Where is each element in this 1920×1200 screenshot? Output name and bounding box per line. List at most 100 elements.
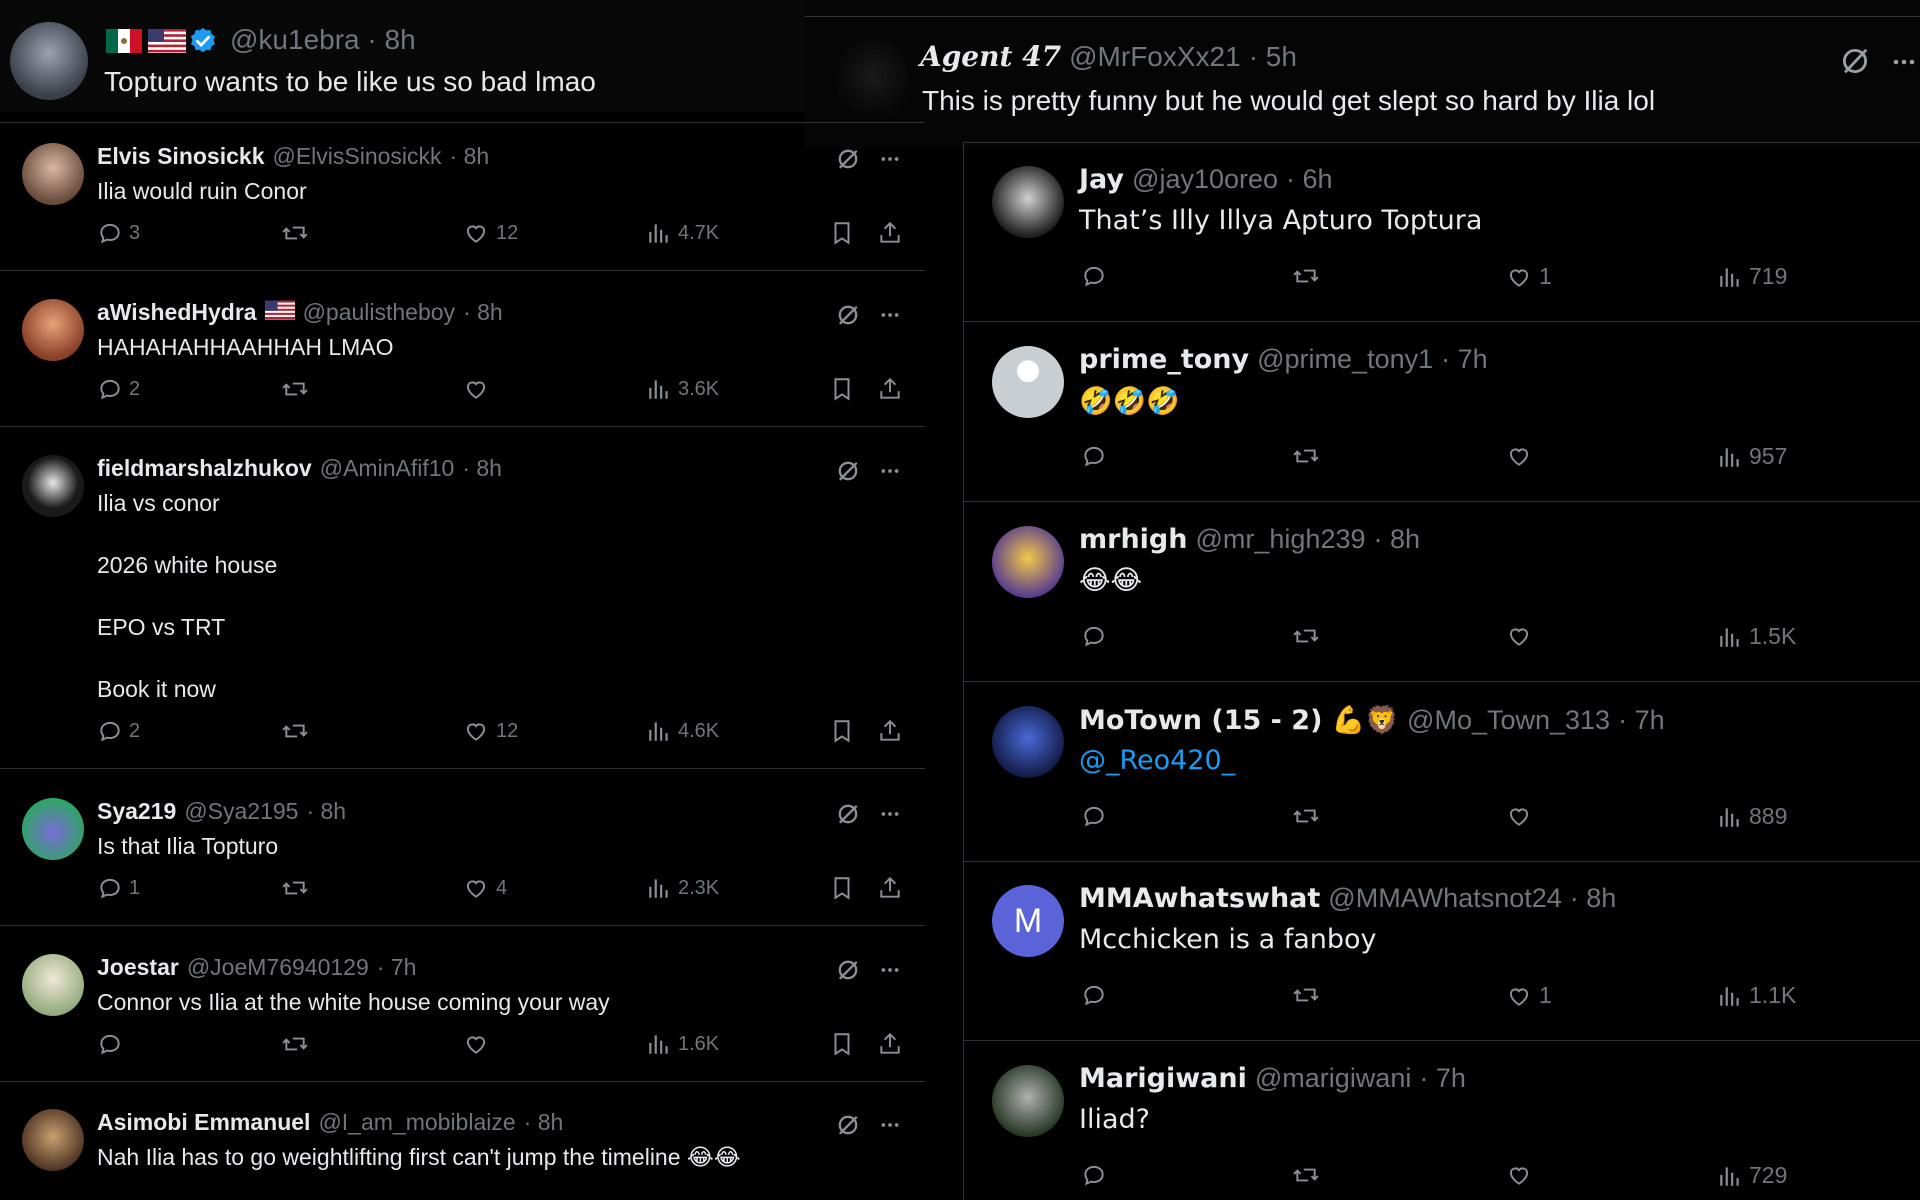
user-handle[interactable]: @ku1ebra	[230, 24, 360, 55]
avatar[interactable]	[10, 22, 88, 100]
display-name[interactable]: Asimobi Emmanuel	[97, 1109, 310, 1136]
share-icon[interactable]	[877, 1030, 903, 1058]
reply-time[interactable]: · 8h	[1570, 883, 1617, 914]
views-button[interactable]: 4.6K	[646, 718, 719, 744]
user-handle[interactable]: @MMAWhatsnot24	[1328, 883, 1561, 914]
retweet-button[interactable]	[280, 875, 310, 901]
user-handle[interactable]: @jay10oreo	[1132, 164, 1278, 195]
more-icon[interactable]	[877, 1115, 903, 1135]
user-handle[interactable]: @Sya2195	[184, 798, 298, 825]
retweet-button[interactable]	[280, 376, 310, 402]
bookmark-icon[interactable]	[829, 874, 855, 902]
more-icon[interactable]	[1890, 50, 1918, 74]
like-button[interactable]: 12	[462, 220, 518, 246]
like-button[interactable]	[1505, 623, 1539, 649]
avatar[interactable]	[22, 798, 84, 860]
reply-button[interactable]	[1081, 623, 1107, 649]
like-button[interactable]: 1	[1505, 263, 1552, 290]
share-icon[interactable]	[877, 375, 903, 403]
grok-icon[interactable]	[834, 301, 862, 329]
display-name[interactable]: Marigiwani	[1079, 1063, 1247, 1094]
more-icon[interactable]	[877, 461, 903, 481]
reply-button[interactable]	[97, 1031, 129, 1057]
user-handle[interactable]: @JoeM76940129	[187, 954, 369, 981]
tweet-time[interactable]: · 8h	[367, 24, 415, 55]
reply-button[interactable]	[1081, 982, 1107, 1008]
display-name[interactable]: Elvis Sinosickk	[97, 143, 264, 170]
retweet-button[interactable]	[280, 220, 310, 246]
display-name[interactable]: MoTown (15 - 2) 💪🦁	[1079, 704, 1399, 736]
user-handle[interactable]: @mr_high239	[1195, 524, 1365, 555]
retweet-button[interactable]	[1291, 1162, 1321, 1188]
bookmark-icon[interactable]	[829, 375, 855, 403]
reply-button[interactable]	[1081, 263, 1107, 289]
avatar[interactable]	[22, 1109, 84, 1171]
like-button[interactable]: 12	[462, 718, 518, 744]
user-handle[interactable]: @paulistheboy	[303, 299, 456, 326]
reply-button[interactable]	[1081, 1162, 1107, 1188]
reply-button[interactable]: 1	[97, 875, 140, 901]
more-icon[interactable]	[877, 305, 903, 325]
user-handle[interactable]: @ElvisSinosickk	[272, 143, 441, 170]
user-handle[interactable]: @MrFoxXx21	[1069, 41, 1241, 73]
reply-time[interactable]: · 8h	[306, 798, 346, 825]
user-handle[interactable]: @Mo_Town_313	[1407, 705, 1610, 736]
views-button[interactable]: 889	[1717, 803, 1787, 830]
like-button[interactable]	[462, 376, 496, 402]
display-name[interactable]: Agent 47	[920, 40, 1061, 73]
user-handle[interactable]: @AminAfif10	[320, 455, 455, 482]
avatar[interactable]	[22, 299, 84, 361]
grok-icon[interactable]	[834, 145, 862, 173]
views-button[interactable]: 1.1K	[1717, 982, 1796, 1009]
bookmark-icon[interactable]	[829, 219, 855, 247]
views-button[interactable]: 957	[1717, 443, 1787, 470]
retweet-button[interactable]	[280, 718, 310, 744]
views-button[interactable]: 729	[1717, 1162, 1787, 1189]
reply-time[interactable]: · 7h	[1419, 1063, 1466, 1094]
avatar[interactable]	[22, 954, 84, 1016]
share-icon[interactable]	[877, 219, 903, 247]
avatar[interactable]	[838, 40, 908, 120]
display-name[interactable]: prime_tony	[1079, 344, 1249, 375]
grok-icon[interactable]	[834, 956, 862, 984]
views-button[interactable]: 2.3K	[646, 875, 719, 901]
reply-time[interactable]: · 6h	[1286, 164, 1333, 195]
avatar[interactable]	[992, 526, 1064, 598]
avatar[interactable]	[992, 706, 1064, 778]
views-button[interactable]: 3.6K	[646, 376, 719, 402]
retweet-button[interactable]	[1291, 982, 1321, 1008]
reply-time[interactable]: · 7h	[1441, 344, 1488, 375]
avatar[interactable]	[22, 455, 84, 517]
user-handle[interactable]: @I_am_mobiblaize	[318, 1109, 515, 1136]
bookmark-icon[interactable]	[829, 1030, 855, 1058]
retweet-button[interactable]	[1291, 263, 1321, 289]
avatar[interactable]	[992, 346, 1064, 418]
avatar[interactable]	[992, 166, 1064, 238]
grok-icon[interactable]	[1838, 44, 1872, 78]
display-name[interactable]: Sya219	[97, 798, 176, 825]
reply-time[interactable]: · 7h	[1618, 705, 1665, 736]
retweet-button[interactable]	[1291, 443, 1321, 469]
like-button[interactable]	[1505, 803, 1539, 829]
grok-icon[interactable]	[834, 800, 862, 828]
tweet-time[interactable]: · 5h	[1249, 41, 1297, 73]
retweet-button[interactable]	[1291, 803, 1321, 829]
reply-button[interactable]: 2	[97, 376, 140, 402]
share-icon[interactable]	[877, 874, 903, 902]
display-name[interactable]: MMAwhatswhat	[1079, 883, 1320, 914]
like-button[interactable]	[462, 1031, 496, 1057]
mention-link[interactable]: @_Reo420_	[1079, 745, 1235, 776]
views-button[interactable]: 1.6K	[646, 1031, 719, 1057]
like-button[interactable]	[1505, 443, 1539, 469]
reply-button[interactable]	[1081, 803, 1107, 829]
views-button[interactable]: 4.7K	[646, 220, 719, 246]
reply-button[interactable]: 2	[97, 718, 140, 744]
display-name[interactable]: aWishedHydra	[97, 299, 257, 326]
display-name[interactable]: fieldmarshalzhukov	[97, 455, 312, 482]
reply-time[interactable]: · 8h	[450, 143, 490, 170]
like-button[interactable]: 4	[462, 875, 507, 901]
like-button[interactable]: 1	[1505, 982, 1552, 1009]
display-name[interactable]: mrhigh	[1079, 524, 1187, 555]
user-handle[interactable]: @marigiwani	[1255, 1063, 1411, 1094]
reply-button[interactable]: 3	[97, 220, 140, 246]
